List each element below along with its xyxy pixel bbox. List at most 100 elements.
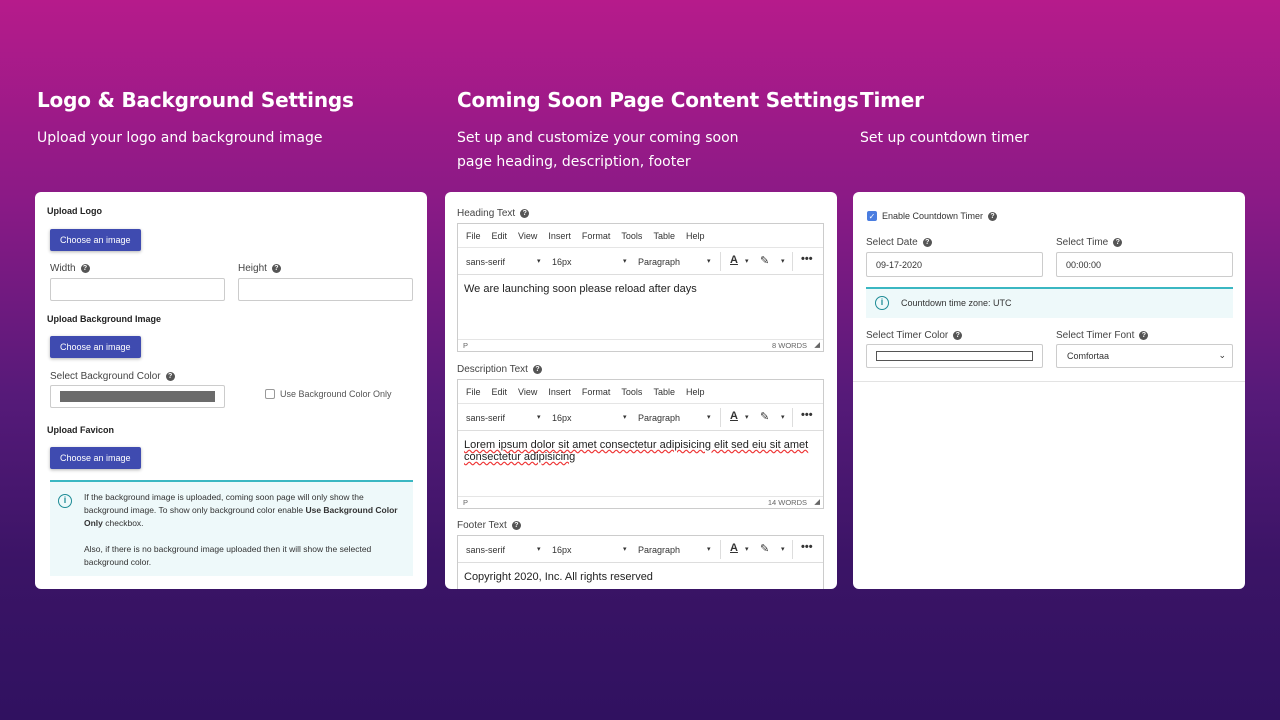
description-text-label: Description Text? <box>457 364 542 375</box>
heading-content[interactable]: We are launching soon please reload afte… <box>458 275 823 303</box>
editor-toolbar: sans-serif ▾ 16px ▾ Paragraph ▾ A ▾ ✎ ▾ … <box>458 536 823 563</box>
menu-tools[interactable]: Tools <box>621 231 642 241</box>
block-format-select[interactable]: Paragraph <box>638 257 680 267</box>
font-family-select[interactable]: sans-serif <box>466 413 505 423</box>
chevron-down-icon: ▾ <box>781 258 785 265</box>
upload-logo-label: Upload Logo <box>47 206 102 216</box>
description-editor[interactable]: File Edit View Insert Format Tools Table… <box>457 379 824 509</box>
footer-editor[interactable]: sans-serif ▾ 16px ▾ Paragraph ▾ A ▾ ✎ ▾ … <box>457 535 824 589</box>
more-icon[interactable]: ••• <box>801 253 813 265</box>
chevron-down-icon: ▾ <box>537 258 541 265</box>
menu-help[interactable]: Help <box>686 231 705 241</box>
footer-content[interactable]: Copyright 2020, Inc. All rights reserved <box>458 563 823 589</box>
menu-table[interactable]: Table <box>653 231 675 241</box>
description-content[interactable]: Lorem ipsum dolor sit amet consectetur a… <box>458 431 823 471</box>
content-settings-card: Heading Text? File Edit View Insert Form… <box>445 192 837 589</box>
help-icon[interactable]: ? <box>988 212 998 221</box>
menu-insert[interactable]: Insert <box>548 231 571 241</box>
font-size-select[interactable]: 16px <box>552 545 572 555</box>
font-size-select[interactable]: 16px <box>552 413 572 423</box>
font-family-select[interactable]: sans-serif <box>466 545 505 555</box>
width-label: Width? <box>50 263 90 274</box>
menu-insert[interactable]: Insert <box>548 387 571 397</box>
editor-toolbar: sans-serif ▾ 16px ▾ Paragraph ▾ A ▾ ✎ ▾ … <box>458 248 823 275</box>
resize-handle-icon[interactable]: ◢ <box>814 340 820 349</box>
bg-color-picker[interactable] <box>50 385 225 408</box>
chevron-down-icon: ▾ <box>781 546 785 553</box>
highlight-color-icon[interactable]: ✎ <box>760 542 769 555</box>
timer-color-picker[interactable] <box>866 344 1043 368</box>
enable-timer-label: Enable Countdown Timer? <box>882 211 998 221</box>
chevron-down-icon: ▾ <box>781 414 785 421</box>
more-icon[interactable]: ••• <box>801 541 813 553</box>
help-icon[interactable]: ? <box>271 264 281 273</box>
selected-font: Comfortaa <box>1067 351 1110 361</box>
chevron-down-icon: ▾ <box>537 546 541 553</box>
menu-view[interactable]: View <box>518 387 537 397</box>
text-color-icon[interactable]: A <box>730 410 738 422</box>
text-color-icon[interactable]: A <box>730 254 738 266</box>
height-input[interactable] <box>238 278 413 301</box>
section-title: Timer <box>860 88 924 112</box>
more-icon[interactable]: ••• <box>801 409 813 421</box>
info-icon: i <box>875 296 889 310</box>
heading-editor[interactable]: File Edit View Insert Format Tools Table… <box>457 223 824 352</box>
footer-text-label: Footer Text? <box>457 520 521 531</box>
menu-table[interactable]: Table <box>653 387 675 397</box>
menu-view[interactable]: View <box>518 231 537 241</box>
menu-file[interactable]: File <box>466 387 481 397</box>
timer-font-select[interactable]: Comfortaa ⌄ <box>1056 344 1233 368</box>
element-path[interactable]: P <box>463 498 468 507</box>
help-icon[interactable]: ? <box>1139 331 1149 340</box>
date-input[interactable]: 09-17-2020 <box>866 252 1043 277</box>
menu-format[interactable]: Format <box>582 387 611 397</box>
background-notice: i If the background image is uploaded, c… <box>50 480 413 576</box>
section-subtitle: Set up countdown timer <box>860 130 1029 146</box>
section-subtitle: Upload your logo and background image <box>37 130 323 146</box>
element-path[interactable]: P <box>463 341 468 350</box>
time-input[interactable]: 00:00:00 <box>1056 252 1233 277</box>
editor-statusbar: P 14 WORDS ◢ <box>458 496 823 508</box>
choose-logo-button[interactable]: Choose an image <box>50 229 141 251</box>
chevron-down-icon: ▾ <box>623 258 627 265</box>
chevron-down-icon: ▾ <box>707 258 711 265</box>
chevron-down-icon: ▾ <box>623 546 627 553</box>
content-heading-block: Coming Soon Page Content Settings Set up… <box>457 88 859 174</box>
menu-tools[interactable]: Tools <box>621 387 642 397</box>
section-subtitle: Set up and customize your coming soon pa… <box>457 130 739 170</box>
editor-toolbar: sans-serif ▾ 16px ▾ Paragraph ▾ A ▾ ✎ ▾ … <box>458 404 823 431</box>
width-input[interactable] <box>50 278 225 301</box>
choose-favicon-button[interactable]: Choose an image <box>50 447 141 469</box>
help-icon[interactable]: ? <box>165 372 175 381</box>
text-color-icon[interactable]: A <box>730 542 738 554</box>
help-icon[interactable]: ? <box>953 331 963 340</box>
timezone-notice: i Countdown time zone: UTC <box>866 287 1233 318</box>
block-format-select[interactable]: Paragraph <box>638 413 680 423</box>
choose-bg-button[interactable]: Choose an image <box>50 336 141 358</box>
notice-text: If the background image is uploaded, com… <box>84 492 398 567</box>
editor-menubar: File Edit View Insert Format Tools Table… <box>458 380 823 404</box>
font-family-select[interactable]: sans-serif <box>466 257 505 267</box>
highlight-color-icon[interactable]: ✎ <box>760 254 769 267</box>
menu-help[interactable]: Help <box>686 387 705 397</box>
menu-format[interactable]: Format <box>582 231 611 241</box>
enable-timer-checkbox[interactable]: ✓ <box>867 211 877 221</box>
help-icon[interactable]: ? <box>922 238 932 247</box>
highlight-color-icon[interactable]: ✎ <box>760 410 769 423</box>
help-icon[interactable]: ? <box>520 209 530 218</box>
font-size-select[interactable]: 16px <box>552 257 572 267</box>
section-title: Coming Soon Page Content Settings <box>457 88 859 112</box>
help-icon[interactable]: ? <box>1113 238 1123 247</box>
menu-edit[interactable]: Edit <box>492 387 508 397</box>
help-icon[interactable]: ? <box>511 521 521 530</box>
menu-file[interactable]: File <box>466 231 481 241</box>
chevron-down-icon: ▾ <box>537 414 541 421</box>
bg-color-label: Select Background Color? <box>50 371 175 382</box>
help-icon[interactable]: ? <box>80 264 90 273</box>
resize-handle-icon[interactable]: ◢ <box>814 497 820 506</box>
menu-edit[interactable]: Edit <box>492 231 508 241</box>
chevron-down-icon: ▾ <box>707 414 711 421</box>
use-bg-color-only-checkbox[interactable] <box>265 389 275 399</box>
block-format-select[interactable]: Paragraph <box>638 545 680 555</box>
help-icon[interactable]: ? <box>532 365 542 374</box>
